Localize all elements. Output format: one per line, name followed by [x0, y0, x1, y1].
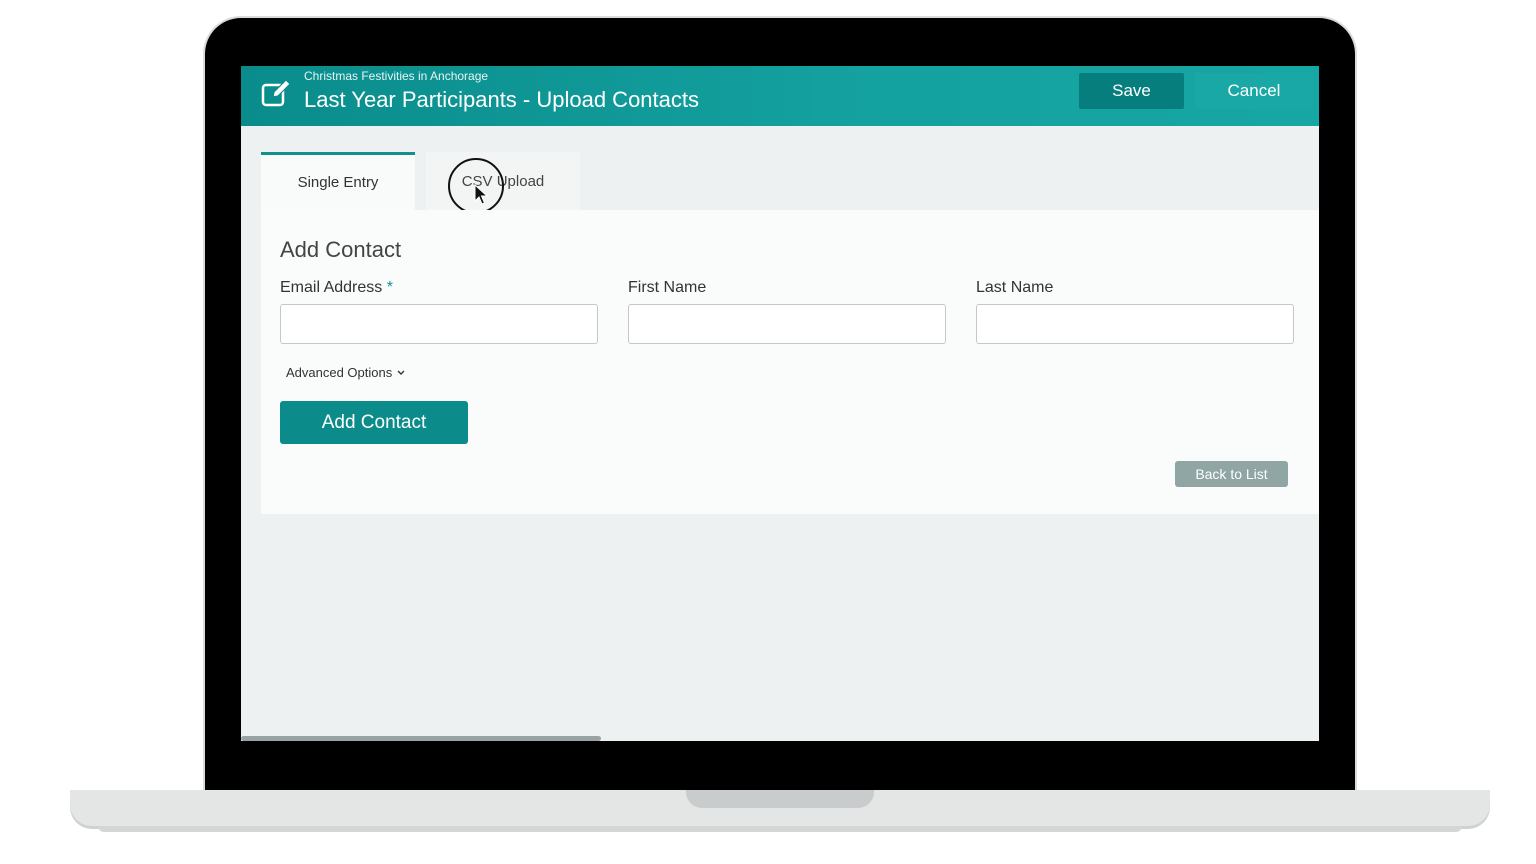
first-name-label: First Name — [628, 279, 707, 296]
edit-icon — [261, 79, 291, 107]
laptop-notch — [686, 790, 874, 808]
section-heading: Add Contact — [280, 237, 402, 262]
chevron-down-icon — [397, 370, 405, 375]
cancel-button[interactable]: Cancel — [1195, 73, 1313, 109]
laptop-foot — [98, 826, 1462, 832]
save-button[interactable]: Save — [1079, 73, 1184, 109]
add-contact-panel: Add Contact Email Address * First Name L… — [261, 210, 1319, 514]
tab-label: Single Entry — [297, 174, 379, 191]
last-name-label: Last Name — [976, 279, 1054, 296]
page-header: Christmas Festivities in Anchorage Last … — [241, 66, 1319, 126]
back-to-list-button[interactable]: Back to List — [1175, 461, 1288, 487]
email-label-text: Email Address — [280, 279, 383, 296]
first-name-field[interactable] — [628, 304, 946, 344]
add-contact-button[interactable]: Add Contact — [280, 401, 468, 444]
mouse-cursor-icon — [474, 184, 488, 205]
app-screen: Christmas Festivities in Anchorage Last … — [241, 66, 1319, 741]
advanced-options-label: Advanced Options — [286, 365, 393, 380]
page-title: Last Year Participants - Upload Contacts — [304, 87, 700, 112]
advanced-options-toggle[interactable]: Advanced Options — [286, 365, 406, 380]
tab-single-entry[interactable]: Single Entry — [261, 152, 415, 210]
last-name-field[interactable] — [976, 304, 1294, 344]
campaign-subtitle: Christmas Festivities in Anchorage — [304, 69, 489, 83]
email-field[interactable] — [280, 304, 598, 344]
email-label: Email Address * — [280, 279, 393, 297]
required-marker: * — [386, 279, 393, 296]
horizontal-scrollbar[interactable] — [241, 736, 601, 741]
